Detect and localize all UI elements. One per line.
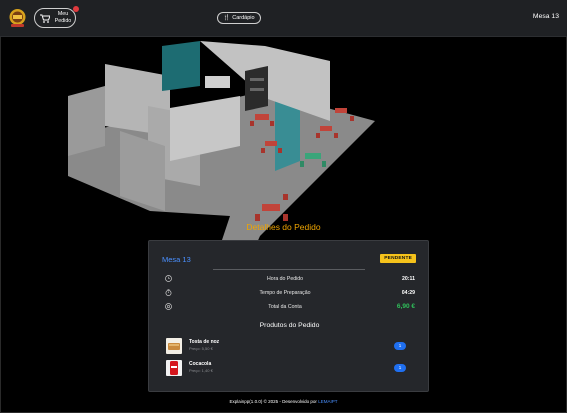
prep-time-label: Tempo de Preparação (259, 290, 311, 296)
order-details-title: Detalhes do Pedido (246, 222, 321, 232)
product-item: Tosta de noz Preço: 5,50 € 1 (166, 338, 414, 354)
fridge-shelf (250, 78, 264, 81)
my-order-button[interactable]: Meu Pedido (34, 8, 76, 28)
status-badge: PENDENTE (380, 254, 416, 263)
footer-text: Explainpp(1.0.0) © 2025 - Desenvolvido p… (229, 399, 317, 404)
product-qty-badge: 1 (394, 364, 406, 372)
wall-left (68, 86, 105, 156)
menu-button-label: Cardápio (232, 15, 255, 21)
products-title: Produtos do Pedido (259, 322, 320, 329)
order-time-value: 20:11 (402, 276, 415, 282)
total-value: 6,90 € (396, 303, 415, 310)
card-table-label: Mesa 13 (162, 255, 191, 264)
product-item: Cocacola Preço: 1,40 € 1 (166, 360, 414, 376)
footer-brand-link[interactable]: LEMAIPT (318, 399, 337, 404)
prep-time-row: Tempo de Preparação 04:29 (165, 289, 415, 299)
cart-icon (40, 14, 50, 23)
restaurant-logo[interactable] (8, 8, 27, 28)
timer-icon (165, 289, 172, 296)
counter (205, 76, 230, 88)
menu-button[interactable]: 🍴 Cardápio (217, 12, 261, 24)
fridge-shelf-2 (250, 88, 264, 91)
my-order-label: Meu Pedido (54, 11, 72, 24)
utensils-icon: 🍴 (223, 15, 231, 21)
product-qty-badge: 1 (394, 342, 406, 350)
top-bar: Meu Pedido 🍴 Cardápio Mesa 13 (0, 0, 567, 37)
order-notification-badge (73, 6, 79, 12)
glass-wall-back (162, 41, 200, 91)
order-time-label: Hora do Pedido (266, 276, 304, 282)
product-name: Tosta de noz (189, 339, 220, 345)
footer: Explainpp(1.0.0) © 2025 - Desenvolvido p… (0, 399, 567, 404)
header-table-label: Mesa 13 (532, 13, 559, 20)
product-name: Cocacola (189, 361, 212, 367)
toast-thumbnail (166, 338, 182, 354)
order-details-card: Mesa 13 PENDENTE Hora do Pedido 20:11 Te… (148, 240, 429, 392)
cola-can-thumbnail (166, 360, 182, 376)
product-price: Preço: 5,50 € (189, 346, 213, 351)
prep-time-value: 04:29 (401, 290, 415, 296)
card-divider (213, 269, 365, 270)
clock-icon (165, 275, 172, 282)
product-price: Preço: 1,40 € (189, 368, 213, 373)
money-icon (165, 303, 172, 310)
order-time-row: Hora do Pedido 20:11 (165, 275, 415, 285)
total-label: Total da Conta (268, 304, 302, 310)
total-row: Total da Conta 6,90 € (165, 303, 415, 313)
